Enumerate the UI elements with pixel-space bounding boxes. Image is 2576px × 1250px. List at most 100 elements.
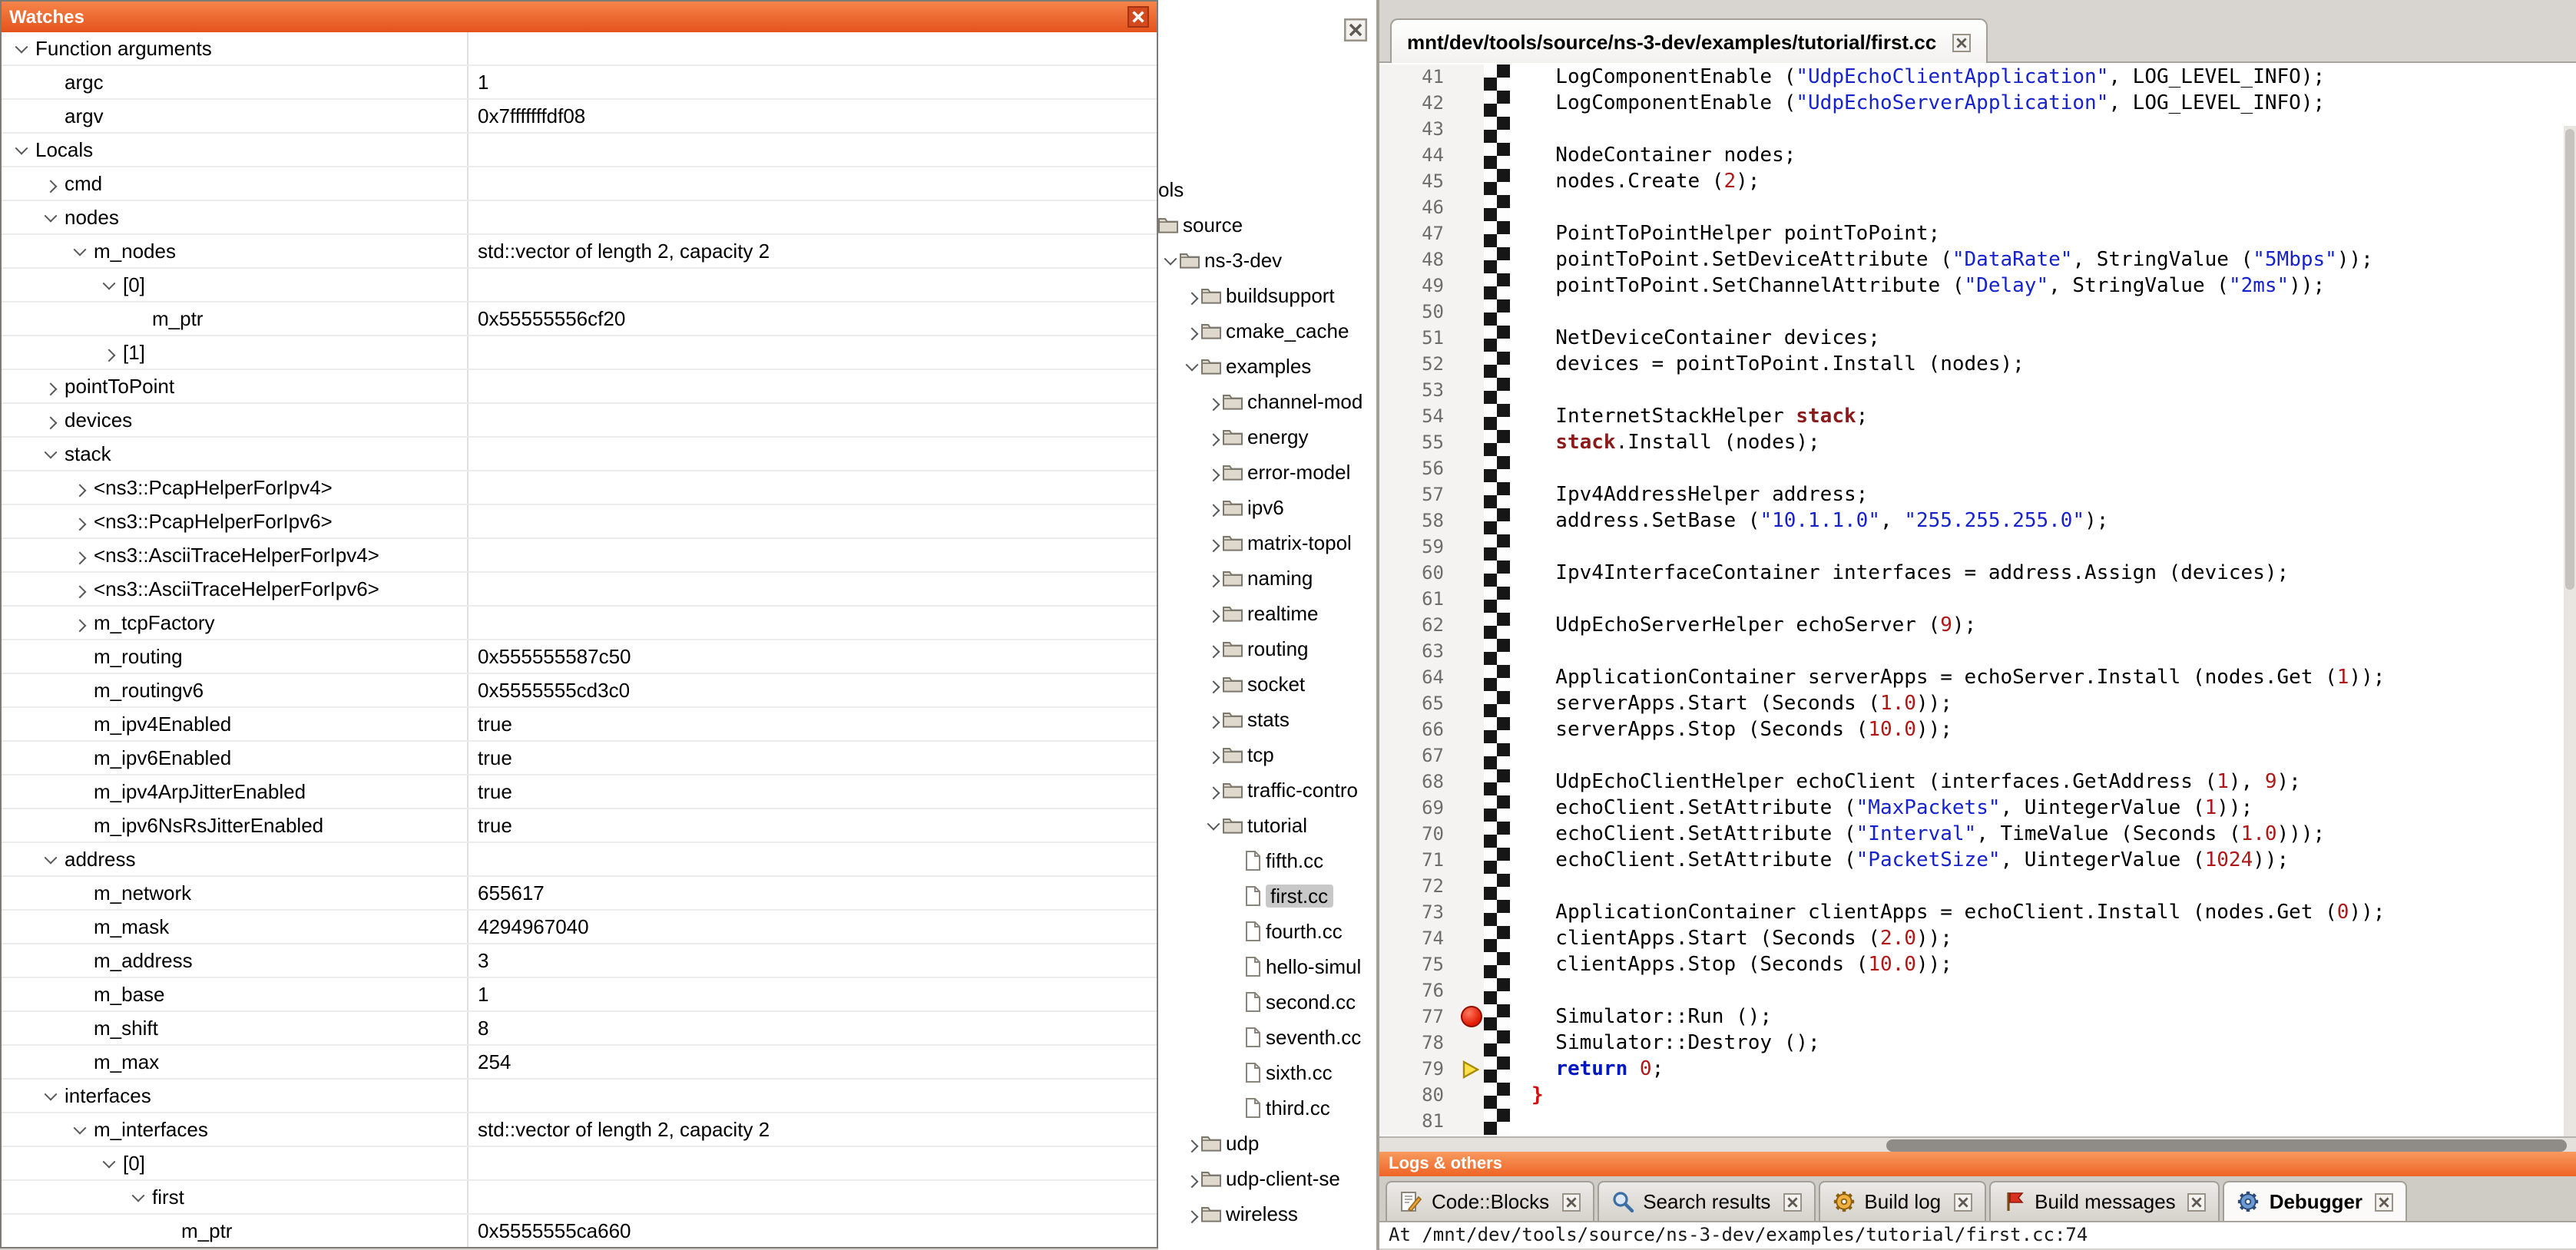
tree-expander-icon[interactable] — [1204, 596, 1223, 631]
marker-margin[interactable] — [1459, 900, 1484, 926]
log-tab-build-messages[interactable]: Build messages — [1988, 1181, 2220, 1221]
watch-row[interactable]: <ns3::AsciiTraceHelperForIpv6> — [2, 573, 1157, 607]
code-text[interactable]: UdpEchoClientHelper echoClient (interfac… — [1510, 769, 2301, 795]
watch-row[interactable]: Function arguments — [2, 32, 1157, 66]
code-text[interactable]: UdpEchoServerHelper echoServer (9); — [1510, 613, 1976, 639]
close-icon[interactable] — [1344, 18, 1367, 41]
watch-row[interactable]: [0] — [2, 1147, 1157, 1181]
tree-expander-icon[interactable] — [66, 573, 94, 605]
marker-margin[interactable] — [1459, 1030, 1484, 1057]
tree-item-udp[interactable]: udp — [1158, 1126, 1376, 1161]
tree-expander-icon[interactable] — [66, 235, 94, 267]
marker-margin[interactable] — [1459, 352, 1484, 378]
watch-row[interactable]: m_base1 — [2, 978, 1157, 1012]
tree-expander-icon[interactable] — [1183, 313, 1201, 349]
code-text[interactable]: nodes.Create (2); — [1510, 169, 1760, 195]
tree-expander-icon[interactable] — [1204, 702, 1223, 737]
watch-row[interactable]: argc1 — [2, 66, 1157, 100]
tree-expander-icon[interactable] — [95, 1147, 123, 1179]
tree-item-seventh-cc[interactable]: seventh.cc — [1158, 1020, 1376, 1055]
tree-item-socket[interactable]: socket — [1158, 666, 1376, 702]
code-text[interactable]: clientApps.Stop (Seconds (10.0)); — [1510, 952, 1952, 978]
tree-expander-icon[interactable] — [1204, 525, 1223, 561]
code-editor[interactable]: 41 LogComponentEnable ("UdpEchoClientApp… — [1379, 63, 2576, 1136]
code-text[interactable] — [1510, 1109, 1531, 1135]
marker-margin[interactable] — [1459, 952, 1484, 978]
close-icon[interactable] — [1561, 1192, 1580, 1211]
code-text[interactable]: InternetStackHelper stack; — [1510, 404, 1868, 430]
scrollbar-thumb[interactable] — [2565, 129, 2574, 590]
tree-expander-icon[interactable] — [1204, 808, 1223, 843]
tree-item-stats[interactable]: stats — [1158, 702, 1376, 737]
tree-item-traffic-contro[interactable]: traffic-contro — [1158, 772, 1376, 808]
marker-margin[interactable] — [1459, 169, 1484, 195]
tree-item-cmake-cache[interactable]: cmake_cache — [1158, 313, 1376, 349]
marker-margin[interactable] — [1459, 143, 1484, 169]
watch-row[interactable]: [0] — [2, 269, 1157, 303]
tree-expander-icon[interactable] — [1183, 1161, 1201, 1196]
code-text[interactable]: echoClient.SetAttribute ("Interval", Tim… — [1510, 822, 2325, 848]
code-text[interactable]: pointToPoint.SetChannelAttribute ("Delay… — [1510, 273, 2325, 299]
code-text[interactable]: return 0; — [1510, 1057, 1664, 1083]
code-text[interactable] — [1510, 534, 1531, 561]
marker-margin[interactable] — [1459, 117, 1484, 143]
tree-item-source[interactable]: source — [1158, 207, 1376, 243]
tree-expander-icon[interactable] — [1204, 631, 1223, 666]
marker-margin[interactable] — [1459, 587, 1484, 613]
marker-margin[interactable] — [1459, 795, 1484, 822]
code-text[interactable]: serverApps.Start (Seconds (1.0)); — [1510, 691, 1952, 717]
code-text[interactable]: Ipv4AddressHelper address; — [1510, 482, 1868, 508]
tree-expander-icon[interactable] — [1204, 455, 1223, 490]
code-text[interactable] — [1510, 378, 1531, 404]
watch-row[interactable]: interfaces — [2, 1080, 1157, 1113]
marker-margin[interactable] — [1459, 378, 1484, 404]
code-text[interactable] — [1510, 456, 1531, 482]
marker-margin[interactable] — [1459, 874, 1484, 900]
watch-row[interactable]: [1] — [2, 336, 1157, 370]
marker-margin[interactable] — [1459, 561, 1484, 587]
marker-margin[interactable] — [1459, 665, 1484, 691]
tree-expander-icon[interactable] — [37, 167, 65, 200]
marker-margin[interactable] — [1459, 1004, 1484, 1030]
tree-item-fifth-cc[interactable]: fifth.cc — [1158, 843, 1376, 878]
marker-margin[interactable] — [1459, 822, 1484, 848]
log-tab-build-log[interactable]: Build log — [1818, 1181, 1985, 1221]
watch-row[interactable]: m_max254 — [2, 1046, 1157, 1080]
code-text[interactable]: LogComponentEnable ("UdpEchoClientApplic… — [1510, 64, 2325, 91]
code-text[interactable]: devices = pointToPoint.Install (nodes); — [1510, 352, 2025, 378]
marker-margin[interactable] — [1459, 691, 1484, 717]
tree-item-second-cc[interactable]: second.cc — [1158, 984, 1376, 1020]
watch-row[interactable]: m_mask4294967040 — [2, 911, 1157, 944]
tree-expander-icon[interactable] — [37, 201, 65, 233]
watch-row[interactable]: m_ipv6Enabledtrue — [2, 742, 1157, 775]
watch-row[interactable]: m_address3 — [2, 944, 1157, 978]
tree-expander-icon[interactable] — [1183, 349, 1201, 384]
tree-expander-icon[interactable] — [1204, 384, 1223, 419]
tree-expander-icon[interactable] — [1183, 278, 1201, 313]
marker-margin[interactable] — [1459, 508, 1484, 534]
tree-item-first-cc[interactable]: first.cc — [1158, 878, 1376, 914]
code-text[interactable] — [1510, 195, 1531, 221]
watch-row[interactable]: <ns3::PcapHelperForIpv4> — [2, 471, 1157, 505]
tree-expander-icon[interactable] — [66, 607, 94, 639]
code-text[interactable]: address.SetBase ("10.1.1.0", "255.255.25… — [1510, 508, 2108, 534]
tree-item-third-cc[interactable]: third.cc — [1158, 1090, 1376, 1126]
marker-margin[interactable] — [1459, 221, 1484, 247]
editor-tab-close-icon[interactable] — [1952, 33, 1970, 51]
code-text[interactable]: pointToPoint.SetDeviceAttribute ("DataRa… — [1510, 247, 2373, 273]
code-text[interactable]: Ipv4InterfaceContainer interfaces = addr… — [1510, 561, 2289, 587]
code-text[interactable]: ApplicationContainer clientApps = echoCl… — [1510, 900, 2385, 926]
breakpoint-icon[interactable] — [1461, 1006, 1482, 1027]
close-icon[interactable] — [1953, 1192, 1972, 1211]
marker-margin[interactable] — [1459, 299, 1484, 326]
tree-expander-icon[interactable] — [95, 269, 123, 301]
tree-expander-icon[interactable] — [66, 539, 94, 571]
marker-margin[interactable] — [1459, 404, 1484, 430]
tree-item-examples[interactable]: examples — [1158, 349, 1376, 384]
watch-row[interactable]: m_routingv60x5555555cd3c0 — [2, 674, 1157, 708]
tree-expander-icon[interactable] — [66, 471, 94, 504]
code-text[interactable] — [1510, 978, 1531, 1004]
tree-item-wireless[interactable]: wireless — [1158, 1196, 1376, 1232]
tree-expander-icon[interactable] — [37, 404, 65, 436]
log-tab-search-results[interactable]: Search results — [1597, 1181, 1815, 1221]
